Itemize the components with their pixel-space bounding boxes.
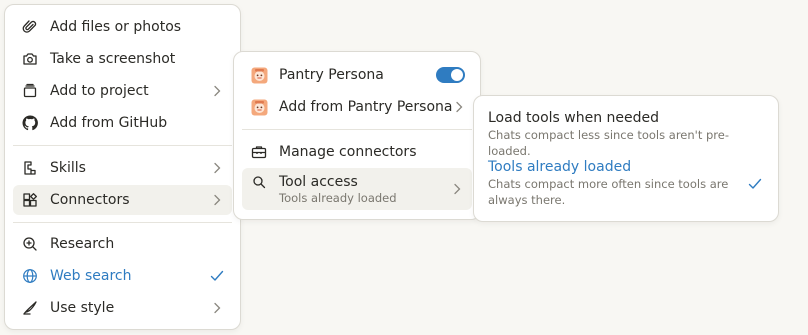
option-description-line-1: Chats compact more often since tools are [488, 177, 729, 191]
chevron-right-icon [210, 161, 224, 175]
checkmark-icon [210, 269, 224, 283]
globe-icon [21, 267, 39, 285]
add-from-pantry-persona-item[interactable]: Add from Pantry Persona [242, 92, 472, 122]
add-from-github-item[interactable]: Add from GitHub [13, 108, 232, 138]
add-from-pantry-persona-label: Add from Pantry Persona [279, 99, 453, 115]
github-icon [21, 114, 39, 132]
tool-access-text: Tool access Tools already loaded [279, 168, 450, 206]
attachment-menu: Add files or photos Take a screenshot Ad… [4, 4, 241, 330]
skills-icon [21, 159, 39, 177]
pantry-persona-icon [250, 98, 268, 116]
take-screenshot-item[interactable]: Take a screenshot [13, 44, 232, 74]
chevron-right-icon [210, 301, 224, 315]
load-tools-when-needed-option[interactable]: Load tools when needed Chats compact les… [488, 109, 766, 159]
research-icon [21, 235, 39, 253]
skills-label: Skills [50, 160, 86, 176]
connectors-label: Connectors [50, 192, 130, 208]
divider [13, 145, 232, 146]
manage-connectors-label: Manage connectors [279, 144, 417, 160]
pantry-persona-icon [250, 66, 268, 84]
tools-already-loaded-option[interactable]: Tools already loaded Chats compact more … [488, 158, 766, 208]
style-icon [21, 299, 39, 317]
pantry-persona-toggle[interactable] [436, 67, 465, 83]
project-icon [21, 82, 39, 100]
take-screenshot-label: Take a screenshot [50, 51, 176, 67]
manage-connectors-item[interactable]: Manage connectors [242, 137, 472, 167]
tool-access-label: Tool access [279, 174, 358, 190]
add-files-item[interactable]: Add files or photos [13, 12, 232, 42]
divider [242, 129, 472, 130]
tool-access-submenu: Load tools when needed Chats compact les… [473, 95, 779, 222]
connectors-submenu: Pantry Persona Add from Pantry Persona M… [233, 51, 481, 220]
tool-access-item[interactable]: Tool access Tools already loaded [242, 168, 472, 210]
option-title: Load tools when needed [488, 110, 660, 126]
toolbox-icon [250, 143, 268, 161]
paperclip-icon [21, 18, 39, 36]
option-title: Tools already loaded [488, 159, 632, 175]
search-icon [250, 173, 268, 191]
use-style-label: Use style [50, 300, 115, 316]
checkmark-icon [748, 178, 762, 190]
use-style-item[interactable]: Use style [13, 293, 232, 323]
add-from-github-label: Add from GitHub [50, 115, 168, 131]
divider [13, 222, 232, 223]
chevron-right-icon [452, 100, 466, 114]
connectors-item[interactable]: Connectors [13, 185, 232, 215]
tool-access-sublabel: Tools already loaded [279, 191, 397, 205]
web-search-label: Web search [50, 268, 132, 284]
web-search-item[interactable]: Web search [13, 261, 232, 291]
chevron-right-icon [210, 193, 224, 207]
chevron-right-icon [210, 84, 224, 98]
option-description-line-2: always there. [488, 193, 566, 207]
connectors-icon [21, 191, 39, 209]
add-to-project-label: Add to project [50, 83, 149, 99]
skills-item[interactable]: Skills [13, 153, 232, 183]
option-description: Chats compact less since tools aren't pr… [488, 128, 729, 158]
chevron-right-icon [450, 182, 464, 196]
add-files-label: Add files or photos [50, 19, 182, 35]
add-to-project-item[interactable]: Add to project [13, 76, 232, 106]
research-item[interactable]: Research [13, 229, 232, 259]
research-label: Research [50, 236, 115, 252]
camera-icon [21, 50, 39, 68]
